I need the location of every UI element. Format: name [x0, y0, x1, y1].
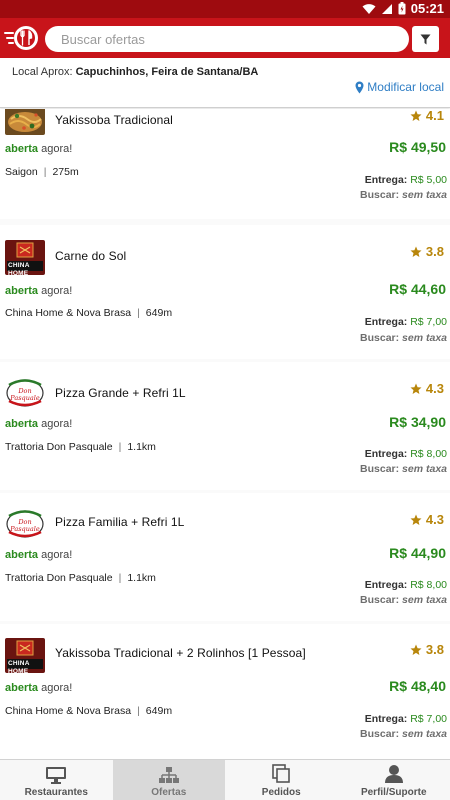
delivery-fee: Entrega: R$ 5,00: [364, 174, 447, 186]
delivery-fee: Entrega: R$ 7,00: [364, 713, 447, 725]
modify-location-link[interactable]: Modificar local: [355, 80, 444, 94]
tab-pedidos[interactable]: Pedidos: [225, 760, 338, 800]
open-status: aberta agora!: [5, 285, 73, 297]
status-icons: 05:21: [362, 1, 444, 16]
location-text: Local Aprox: Capuchinhos, Feira de Santa…: [12, 66, 258, 78]
star-icon: [410, 246, 422, 257]
app-logo-icon[interactable]: [4, 22, 40, 54]
delivery-fee: Entrega: R$ 8,00: [364, 579, 447, 591]
tab-label: Pedidos: [261, 787, 301, 798]
app-bar: [0, 18, 450, 58]
tab-label: Perfil/Suporte: [360, 787, 427, 798]
map-pin-icon: [355, 81, 364, 93]
offer-price: R$ 44,90: [389, 545, 446, 561]
location-label: Local Aprox:: [12, 66, 73, 78]
star-icon: [410, 383, 422, 394]
star-icon: [410, 110, 422, 121]
copy-icon: [272, 764, 291, 783]
location-value: Capuchinhos, Feira de Santana/BA: [75, 66, 259, 78]
offer-price: R$ 34,90: [389, 414, 446, 430]
thumbnail-text: Don Pasquale: [10, 387, 40, 402]
search-input[interactable]: [61, 26, 409, 52]
tab-label: Ofertas: [151, 787, 187, 798]
pickup-fee: Buscar: sem taxa: [360, 463, 447, 475]
signal-icon: [381, 3, 392, 14]
tab-ofertas[interactable]: Ofertas: [112, 760, 225, 800]
sitemap-icon: [158, 767, 179, 783]
tab-perfil-suporte[interactable]: Perfil/Suporte: [338, 760, 450, 800]
offer-title: Carne do Sol: [55, 249, 127, 263]
wifi-icon: [362, 3, 376, 14]
offer-card[interactable]: Don Pasquale Pizza Grande + Refri 1L 4.3…: [0, 362, 450, 490]
open-status: aberta agora!: [5, 143, 73, 155]
open-status: aberta agora!: [5, 682, 73, 694]
offer-card[interactable]: Yakissoba Tradicional 4.1 aberta agora! …: [0, 109, 450, 219]
pickup-fee: Buscar: sem taxa: [360, 728, 447, 740]
china-home-logo-thumbnail: CHINA HOME: [5, 638, 45, 673]
pickup-fee: Buscar: sem taxa: [360, 189, 447, 201]
star-icon: [410, 644, 422, 655]
filter-icon: [420, 34, 431, 44]
offer-rating: 4.3: [410, 381, 444, 396]
offer-card[interactable]: CHINA HOME Carne do Sol 3.8 aberta agora…: [0, 225, 450, 359]
don-pasquale-logo-thumbnail: Don Pasquale: [5, 507, 45, 542]
status-time: 05:21: [410, 1, 444, 16]
location-bar: Local Aprox: Capuchinhos, Feira de Santa…: [0, 58, 450, 108]
china-home-logo-thumbnail: CHINA HOME: [5, 240, 45, 275]
offer-rating: 3.8: [410, 642, 444, 657]
don-pasquale-logo-thumbnail: Don Pasquale: [5, 376, 45, 411]
status-bar: 05:21: [0, 0, 450, 18]
filter-button[interactable]: [412, 26, 439, 52]
offer-price: R$ 49,50: [389, 139, 446, 155]
offer-card[interactable]: Don Pasquale Pizza Familia + Refri 1L 4.…: [0, 493, 450, 621]
open-status: aberta agora!: [5, 418, 73, 430]
offer-price: R$ 48,40: [389, 678, 446, 694]
offer-title: Yakissoba Tradicional: [55, 113, 173, 127]
delivery-fee: Entrega: R$ 8,00: [364, 448, 447, 460]
offer-rating: 4.1: [410, 109, 444, 123]
offer-rating: 4.3: [410, 512, 444, 527]
restaurant-info: Trattoria Don Pasquale | 1.1km: [5, 572, 156, 584]
food-photo-thumbnail: [5, 109, 45, 135]
offers-list[interactable]: Yakissoba Tradicional 4.1 aberta agora! …: [0, 109, 450, 759]
bottom-tab-bar: Restaurantes Ofertas Pedidos Perfil/Supo…: [0, 759, 450, 800]
restaurant-info: China Home & Nova Brasa | 649m: [5, 705, 173, 717]
star-icon: [410, 514, 422, 525]
search-field[interactable]: [45, 26, 409, 52]
pickup-fee: Buscar: sem taxa: [360, 594, 447, 606]
restaurant-info: China Home & Nova Brasa | 649m: [5, 307, 173, 319]
restaurant-info: Saigon | 275m: [5, 166, 79, 178]
open-status: aberta agora!: [5, 549, 73, 561]
tab-restaurantes[interactable]: Restaurantes: [0, 760, 113, 800]
offer-card[interactable]: CHINA HOME Yakissoba Tradicional + 2 Rol…: [0, 624, 450, 759]
restaurant-info: Trattoria Don Pasquale | 1.1km: [5, 441, 156, 453]
thumbnail-text: CHINA HOME: [8, 262, 30, 275]
offer-title: Yakissoba Tradicional + 2 Rolinhos [1 Pe…: [55, 646, 306, 660]
pickup-fee: Buscar: sem taxa: [360, 332, 447, 344]
offer-title: Pizza Familia + Refri 1L: [55, 515, 185, 529]
user-icon: [384, 765, 403, 783]
thumbnail-text: CHINA HOME: [8, 660, 30, 673]
offer-title: Pizza Grande + Refri 1L: [55, 386, 186, 400]
battery-icon: [398, 2, 406, 15]
delivery-fee: Entrega: R$ 7,00: [364, 316, 447, 328]
offer-price: R$ 44,60: [389, 281, 446, 297]
tab-label: Restaurantes: [24, 787, 88, 798]
monitor-icon: [46, 767, 67, 784]
offer-rating: 3.8: [410, 244, 444, 259]
modify-location-label: Modificar local: [367, 80, 444, 94]
thumbnail-text: Don Pasquale: [10, 518, 40, 533]
